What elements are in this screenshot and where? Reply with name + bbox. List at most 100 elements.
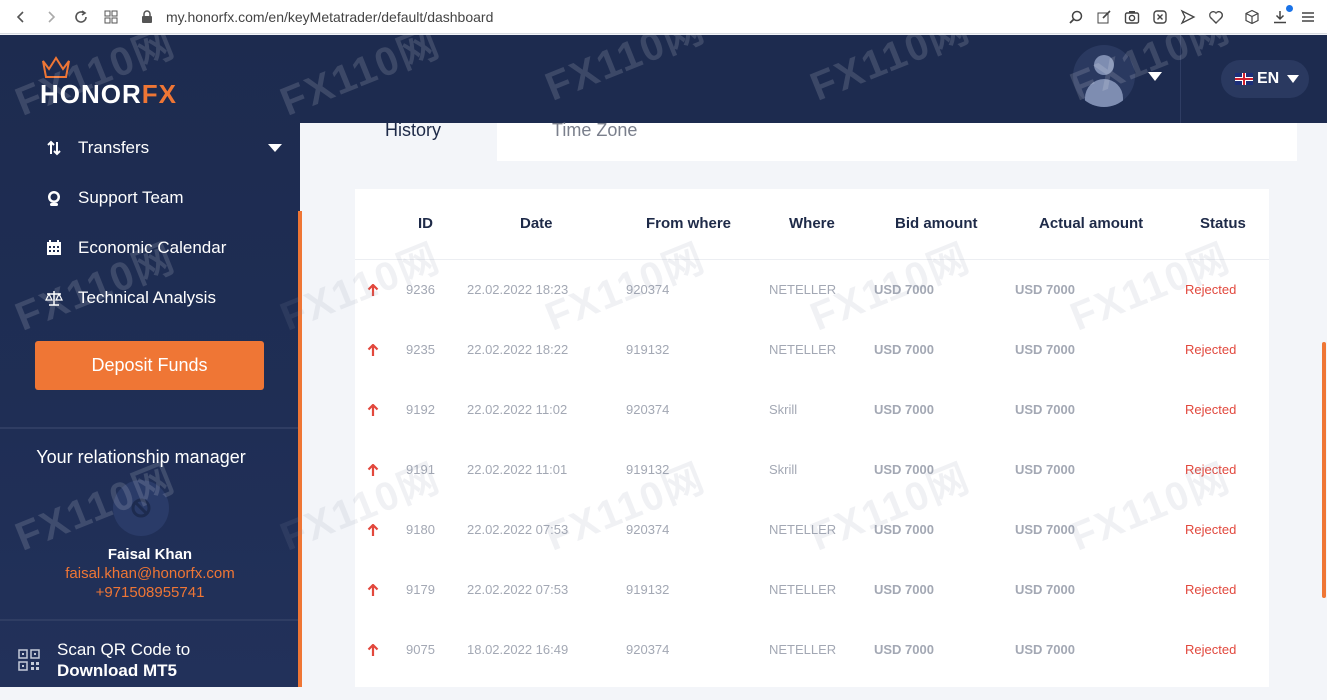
forward-button[interactable] [36, 2, 66, 32]
arrow-up-icon [367, 644, 379, 656]
cell-actual: USD 7000 [1015, 642, 1075, 657]
placeholder-avatar-icon [131, 498, 151, 518]
pencil-icon [1097, 10, 1111, 24]
downloads-button[interactable] [1271, 5, 1293, 26]
column-header-date: Date [520, 215, 553, 232]
cell-status: Rejected [1185, 342, 1237, 357]
headset-icon [44, 188, 64, 208]
deposit-funds-button[interactable]: Deposit Funds [35, 341, 264, 390]
relationship-manager-title: Your relationship manager [36, 447, 246, 467]
camera-icon [1124, 11, 1140, 24]
table-row[interactable]: 9075 18.02.2022 16:49 920374 NETELLER US… [355, 640, 1269, 700]
extensions-button[interactable] [1243, 8, 1261, 26]
cell-actual: USD 7000 [1015, 342, 1075, 357]
logo-text: HONORFX [40, 79, 177, 110]
table-row[interactable]: 9191 22.02.2022 11:01 919132 Skrill USD … [355, 460, 1269, 520]
sidebar-item-transfers[interactable]: Transfers [0, 123, 300, 173]
send-button[interactable] [1179, 8, 1197, 26]
cell-status: Rejected [1185, 642, 1237, 657]
column-header-id: ID [418, 215, 433, 232]
cell-actual: USD 7000 [1015, 582, 1075, 597]
sidebar-menu: Transfers Support Team Economic Calendar… [0, 123, 300, 323]
cell-bid: USD 7000 [874, 642, 934, 657]
user-menu-chevron-down-icon[interactable] [1148, 72, 1162, 81]
language-label: EN [1257, 70, 1280, 87]
qr-caption-line1: Scan QR Code to [57, 640, 191, 659]
screenshot-button[interactable] [1123, 8, 1141, 26]
block-button[interactable] [1151, 8, 1169, 26]
qr-download-link[interactable]: Download MT5 [57, 661, 177, 681]
column-header-status: Status [1200, 215, 1246, 232]
cell-id: 9179 [406, 582, 435, 597]
avatar-body-shape [1085, 79, 1123, 107]
tab-history[interactable]: History [330, 120, 497, 161]
cell-id: 9192 [406, 402, 435, 417]
cell-id: 9191 [406, 462, 435, 477]
cell-date: 22.02.2022 07:53 [467, 522, 569, 537]
download-icon [1274, 11, 1286, 24]
cell-from: 919132 [626, 582, 670, 597]
edit-button[interactable] [1095, 8, 1113, 26]
chevron-down-icon[interactable] [268, 144, 282, 152]
table-row[interactable]: 9192 22.02.2022 11:02 920374 Skrill USD … [355, 400, 1269, 460]
qr-code-icon[interactable] [18, 649, 40, 671]
tab-grid-button[interactable] [96, 2, 126, 32]
language-selector[interactable]: EN [1221, 60, 1309, 98]
sidebar-item-label: Support Team [78, 188, 184, 207]
sidebar-item-economic-calendar[interactable]: Economic Calendar [0, 223, 300, 273]
table-row[interactable]: 9235 22.02.2022 18:22 919132 NETELLER US… [355, 340, 1269, 400]
cell-date: 22.02.2022 07:53 [467, 582, 569, 597]
heart-icon [1209, 11, 1223, 24]
cell-bid: USD 7000 [874, 402, 934, 417]
send-icon [1180, 9, 1196, 25]
zoom-button[interactable] [1067, 8, 1085, 26]
back-button[interactable] [6, 2, 36, 32]
lock-icon [142, 9, 152, 23]
transfer-arrows-icon [44, 138, 64, 158]
cell-actual: USD 7000 [1015, 282, 1075, 297]
favorite-button[interactable] [1207, 8, 1225, 26]
grid-icon [104, 10, 118, 23]
cell-bid: USD 7000 [874, 522, 934, 537]
cell-date: 22.02.2022 11:02 [467, 402, 568, 417]
cell-status: Rejected [1185, 522, 1237, 537]
calendar-icon [44, 238, 64, 258]
table-header-divider [355, 259, 1269, 260]
arrow-up-icon [367, 344, 379, 356]
cell-bid: USD 7000 [874, 582, 934, 597]
browser-toolbar: my.honorfx.com/en/keyMetatrader/default/… [0, 0, 1327, 34]
address-bar[interactable]: my.honorfx.com/en/keyMetatrader/default/… [140, 9, 493, 25]
table-row[interactable]: 9180 22.02.2022 07:53 920374 NETELLER US… [355, 520, 1269, 580]
sidebar-scrollbar[interactable] [298, 211, 302, 687]
cell-from: 920374 [626, 522, 670, 537]
tab-time-zone-label[interactable]: Time Zone [552, 120, 637, 141]
cell-from: 920374 [626, 282, 670, 297]
honorfx-logo[interactable]: HONORFX [40, 55, 220, 110]
reload-icon [75, 9, 87, 23]
table-row[interactable]: 9236 22.02.2022 18:23 920374 NETELLER US… [355, 280, 1269, 340]
cell-where: Skrill [769, 402, 798, 417]
cell-bid: USD 7000 [874, 282, 934, 297]
cell-status: Rejected [1185, 462, 1237, 477]
cell-actual: USD 7000 [1015, 462, 1075, 477]
manager-email-link[interactable]: faisal.khan@honorfx.com [0, 565, 300, 582]
cell-actual: USD 7000 [1015, 522, 1075, 537]
cell-where: NETELLER [769, 342, 837, 357]
cell-status: Rejected [1185, 582, 1237, 597]
main-content: History Time Zone ID Date From where Whe… [330, 120, 1297, 687]
manager-name: Faisal Khan [107, 546, 193, 563]
user-avatar-button[interactable] [1073, 45, 1135, 107]
cell-where: NETELLER [769, 522, 837, 537]
cell-from: 920374 [626, 402, 670, 417]
table-row[interactable]: 9179 22.02.2022 07:53 919132 NETELLER US… [355, 580, 1269, 640]
browser-actions [1067, 0, 1317, 34]
sidebar: HONORFX Transfers Support Team Economic … [0, 35, 302, 687]
sidebar-item-technical-analysis[interactable]: Technical Analysis [0, 273, 300, 323]
menu-button[interactable] [1299, 8, 1317, 26]
arrow-up-icon [367, 524, 379, 536]
avatar-head-shape [1094, 55, 1114, 75]
main-scrollbar[interactable] [1322, 342, 1326, 598]
reload-button[interactable] [66, 2, 96, 32]
manager-phone-link[interactable]: +971508955741 [0, 584, 300, 601]
sidebar-item-support-team[interactable]: Support Team [0, 173, 300, 223]
